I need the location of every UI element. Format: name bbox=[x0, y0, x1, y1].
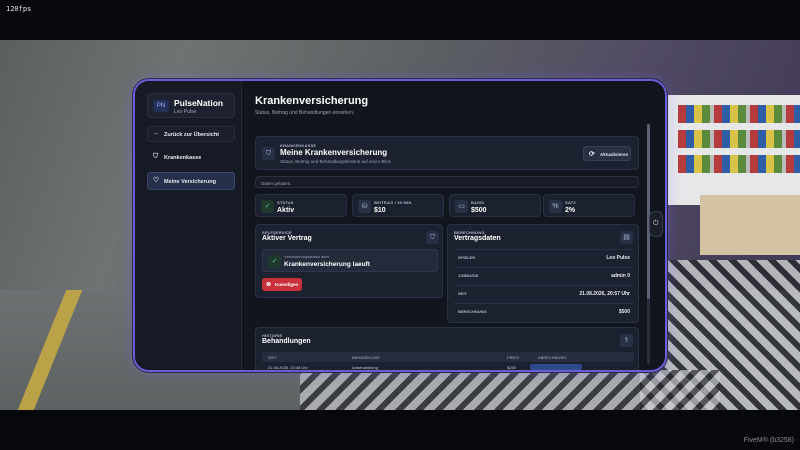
stat-value: Aktiv bbox=[277, 207, 295, 214]
contract-data-card: BERECHNUNG Vertragsdaten ▤ SPIELER Leo P… bbox=[447, 224, 639, 323]
refresh-icon: ⟳ bbox=[589, 151, 595, 158]
contract-row: SEIT 21.08.2026, 20:57 Uhr bbox=[454, 285, 634, 302]
fps-counter: 120fps bbox=[6, 5, 32, 13]
cancel-contract-button[interactable]: ⊗ Kuendigen bbox=[262, 278, 302, 291]
scrollbar-thumb[interactable] bbox=[647, 124, 650, 299]
page-title: Krankenversicherung bbox=[255, 95, 369, 107]
percent-icon: % bbox=[549, 200, 562, 213]
stat-value: $10 bbox=[374, 207, 386, 214]
refresh-button[interactable]: ⟳ Aktualisieren bbox=[583, 146, 631, 161]
user-name: Leo Pulse bbox=[174, 109, 197, 115]
page-subtitle: Status, Beitrag und Behandlungen einsehe… bbox=[255, 110, 355, 116]
brand-card: PN PulseNation Leo Pulse bbox=[147, 93, 235, 118]
brand-name: PulseNation bbox=[174, 98, 224, 108]
selfservice-card: SELFSERVICE Aktiver Vertrag ⛉ ✓ Versiche… bbox=[255, 224, 443, 298]
stat-basis: ▭ BASIS $500 bbox=[449, 194, 541, 217]
check-circle-icon: ✓ bbox=[268, 255, 281, 268]
wallet-icon: ▭ bbox=[455, 200, 468, 213]
stat-satz: % SATZ 2% bbox=[543, 194, 635, 217]
contract-state-text: Krankenversicherung laeuft bbox=[284, 261, 370, 268]
stat-status: ✓ STATUS Aktiv bbox=[255, 194, 347, 217]
content-scrollbar[interactable] bbox=[647, 124, 650, 364]
power-icon: ⏻ bbox=[653, 220, 659, 227]
sidebar-item-krankenkasse[interactable]: ⛉ Krankenkasse bbox=[147, 149, 235, 165]
sidebar-item-label: Meine Versicherung bbox=[164, 178, 216, 185]
tablet-window: PN PulseNation Leo Pulse ← Zurück zur Üb… bbox=[133, 79, 667, 372]
clipboard-icon: ▤ bbox=[620, 231, 633, 244]
stat-value: 2% bbox=[565, 207, 576, 214]
shield-icon: ⛉ bbox=[426, 231, 439, 244]
hero-subtitle: Status, Beitrag und Behandlungshistorie … bbox=[280, 159, 391, 164]
table-header: ZEIT BEHANDLUNG PREIS ABRECHNUNG bbox=[262, 352, 634, 362]
stethoscope-icon: ⚕ bbox=[620, 334, 633, 347]
status-text: Daten geladen. bbox=[261, 180, 292, 186]
letterbox-top bbox=[0, 0, 800, 40]
shield-check-icon: ✓ bbox=[261, 200, 274, 213]
coins-icon: ⛁ bbox=[358, 200, 371, 213]
hero-title: Meine Krankenversicherung bbox=[280, 148, 388, 157]
sidebar-item-back[interactable]: ← Zurück zur Übersicht bbox=[147, 126, 235, 142]
sidebar-item-meine-versicherung[interactable]: ♡ Meine Versicherung bbox=[147, 172, 235, 190]
brand-logo-icon: PN bbox=[153, 100, 169, 112]
stat-value: $500 bbox=[471, 207, 487, 214]
letterbox-bottom bbox=[0, 410, 800, 450]
shield-icon: ⛉ bbox=[262, 147, 275, 160]
contract-row: BERECHNUNG $500 bbox=[454, 303, 634, 320]
shield-check-icon: ⛉ bbox=[153, 153, 159, 160]
insurance-header-card: ⛉ KRANKENKASSE Meine Krankenversicherung… bbox=[255, 136, 639, 170]
sidebar-item-label: Krankenkasse bbox=[164, 154, 202, 161]
heart-pulse-icon: ♡ bbox=[153, 177, 160, 184]
contract-title: Vertragsdaten bbox=[454, 235, 501, 242]
contract-row: SPIELER Leo Pulse bbox=[454, 249, 634, 266]
status-message: Daten geladen. bbox=[255, 176, 639, 188]
stat-beitrag: ⛁ BEITRAG / 30 MIN. $10 bbox=[352, 194, 444, 217]
sidebar-item-label: Zurück zur Übersicht bbox=[164, 131, 220, 138]
main-content: Krankenversicherung Status, Beitrag und … bbox=[243, 81, 665, 370]
billing-badge bbox=[530, 364, 582, 370]
contract-row: JOBBASIS admin 0 bbox=[454, 267, 634, 284]
contract-state: ✓ Versicherungsstatus aktiv Krankenversi… bbox=[262, 249, 438, 272]
cancel-icon: ⊗ bbox=[266, 281, 272, 288]
tablet-power-button[interactable]: ⏻ bbox=[649, 211, 663, 237]
history-title: Behandlungen bbox=[262, 338, 311, 345]
sidebar: PN PulseNation Leo Pulse ← Zurück zur Üb… bbox=[135, 81, 242, 370]
treatment-history-card: HISTORIE Behandlungen ⚕ ZEIT BEHANDLUNG … bbox=[255, 327, 639, 370]
build-label: FiveM® (b3258) bbox=[743, 437, 794, 444]
table-row[interactable]: 21.08.2026, 20:48 Uhr Anbehandlung $250 bbox=[262, 364, 634, 370]
arrow-left-icon: ← bbox=[153, 130, 160, 137]
selfservice-title: Aktiver Vertrag bbox=[262, 235, 312, 242]
